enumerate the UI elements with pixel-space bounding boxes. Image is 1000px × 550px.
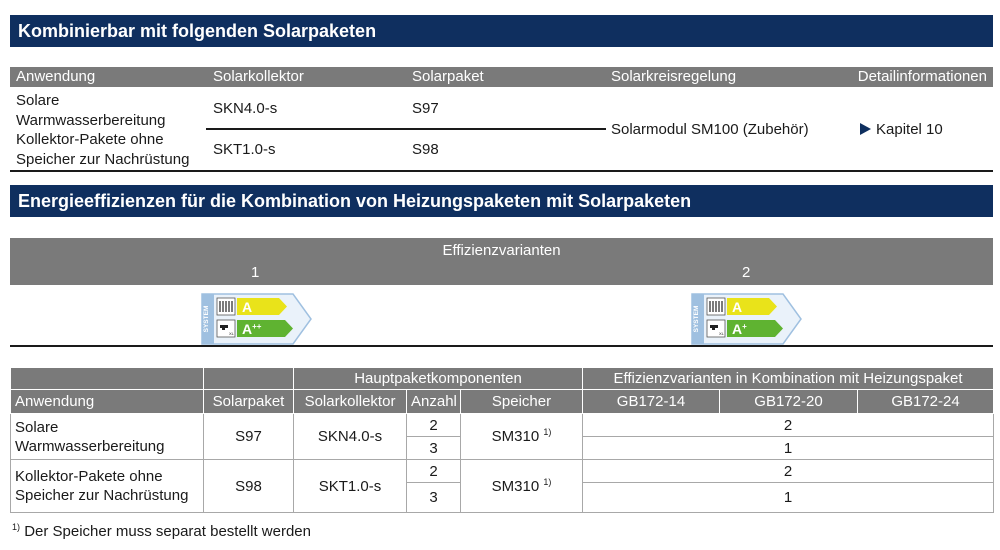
- variants-header: Effizienzvarianten 1 2: [10, 238, 993, 285]
- th-anwendung: Anwendung: [10, 389, 204, 414]
- combination-table: Hauptpaketkomponenten Effizienzvarianten…: [10, 367, 995, 513]
- cell-eff: 2: [581, 413, 995, 437]
- cell-speicher: SM310 1): [460, 459, 583, 513]
- footnote: 1) Der Speicher muss separat bestellt we…: [12, 522, 311, 542]
- row-divider: [206, 128, 606, 130]
- regelung-value: Solarmodul SM100 (Zubehör): [611, 121, 809, 138]
- footnote-ref: 1): [543, 476, 552, 487]
- row1-anwendung: Solare Warmwasserbereitung: [16, 92, 166, 129]
- cell-speicher: SM310 1): [460, 413, 583, 460]
- row1-kollektor: SKN4.0-s: [213, 100, 278, 117]
- header-solarkreisregelung: Solarkreisregelung: [611, 68, 737, 85]
- detail-link[interactable]: Kapitel 10: [860, 120, 943, 140]
- table-row: Kollektor-Pakete ohne Speicher zur Nachr…: [10, 459, 995, 513]
- cell-eff: 1: [581, 482, 995, 513]
- group-header-eff: Effizienzvarianten in Kombination mit He…: [581, 367, 995, 390]
- cell-paket: S97: [203, 413, 294, 460]
- labels-bottom-rule: [10, 345, 993, 347]
- section-title-combinations: Kombinierbar mit folgenden Solarpaketen: [10, 15, 993, 47]
- footnote-text: Der Speicher muss separat bestellt werde…: [24, 523, 311, 540]
- th-gb172-20: GB172-20: [719, 389, 858, 414]
- footnote-mark: 1): [12, 522, 21, 532]
- cell-anzahl: 2: [406, 413, 461, 437]
- cell-anwendung: Kollektor-Pakete ohne Speicher zur Nachr…: [10, 459, 204, 513]
- speicher-name: SM310: [491, 477, 540, 495]
- svg-text:XL: XL: [229, 331, 235, 336]
- th-solarkollektor: Solarkollektor: [293, 389, 407, 414]
- variant-number-2: 2: [742, 264, 751, 281]
- energy-label-2: SYSTEM XL A A+: [691, 293, 802, 345]
- triangle-right-icon: [860, 123, 871, 135]
- solar-table-header: Anwendung Solarkollektor Solarpaket Sola…: [10, 67, 993, 87]
- energy-label-1: SYSTEM XL A A++: [201, 293, 312, 345]
- cell-kollektor: SKN4.0-s: [293, 413, 407, 460]
- variant-number-1: 1: [251, 264, 260, 281]
- speicher-name: SM310: [491, 428, 540, 445]
- system-text: SYSTEM: [203, 306, 210, 333]
- cell-paket: S98: [203, 459, 294, 513]
- section-title-efficiency: Energieeffizienzen für die Kombination v…: [10, 185, 993, 217]
- th-gb172-14: GB172-14: [582, 389, 720, 414]
- class-bottom-text: A: [732, 321, 742, 337]
- table-bottom-rule: [10, 170, 993, 172]
- cell-eff: 1: [581, 436, 995, 460]
- svg-text:XL: XL: [719, 331, 725, 336]
- header-anwendung: Anwendung: [16, 68, 96, 85]
- table-row: Solare Warmwasserbereitung S97 SKN4.0-s …: [10, 413, 995, 460]
- th-speicher: Speicher: [460, 389, 583, 414]
- th-anzahl: Anzahl: [406, 389, 461, 414]
- group-header-main: Hauptpaketkomponenten: [293, 367, 583, 390]
- header-solarkollektor: Solarkollektor: [213, 68, 304, 85]
- footnote-ref: 1): [543, 427, 552, 437]
- th-gb172-24: GB172-24: [856, 389, 995, 414]
- class-top-text: A: [732, 299, 742, 315]
- th-solarpaket: Solarpaket: [203, 389, 294, 414]
- row1-paket: S97: [412, 100, 439, 117]
- cell-kollektor: SKT1.0-s: [293, 459, 407, 513]
- row2-anwendung: Kollektor-Pakete ohne Speicher zur Nachr…: [16, 131, 190, 168]
- cell-anzahl: 2: [406, 459, 461, 483]
- class-bottom-sup: ++: [252, 322, 262, 331]
- class-bottom-sup: +: [742, 322, 747, 331]
- cell-anzahl: 3: [406, 482, 461, 513]
- cell-eff: 2: [581, 459, 995, 483]
- cell-anwendung: Solare Warmwasserbereitung: [10, 413, 204, 460]
- row2-paket: S98: [412, 141, 439, 158]
- class-bottom-text: A: [242, 321, 252, 337]
- system-text: SYSTEM: [693, 306, 700, 333]
- class-top-text: A: [242, 299, 252, 315]
- variants-label: Effizienzvarianten: [442, 242, 561, 259]
- header-detailinformationen: Detailinformationen: [857, 68, 987, 85]
- header-solarpaket: Solarpaket: [412, 68, 484, 85]
- detail-link-label: Kapitel 10: [876, 121, 943, 138]
- row2-kollektor: SKT1.0-s: [213, 141, 276, 158]
- cell-anzahl: 3: [406, 436, 461, 460]
